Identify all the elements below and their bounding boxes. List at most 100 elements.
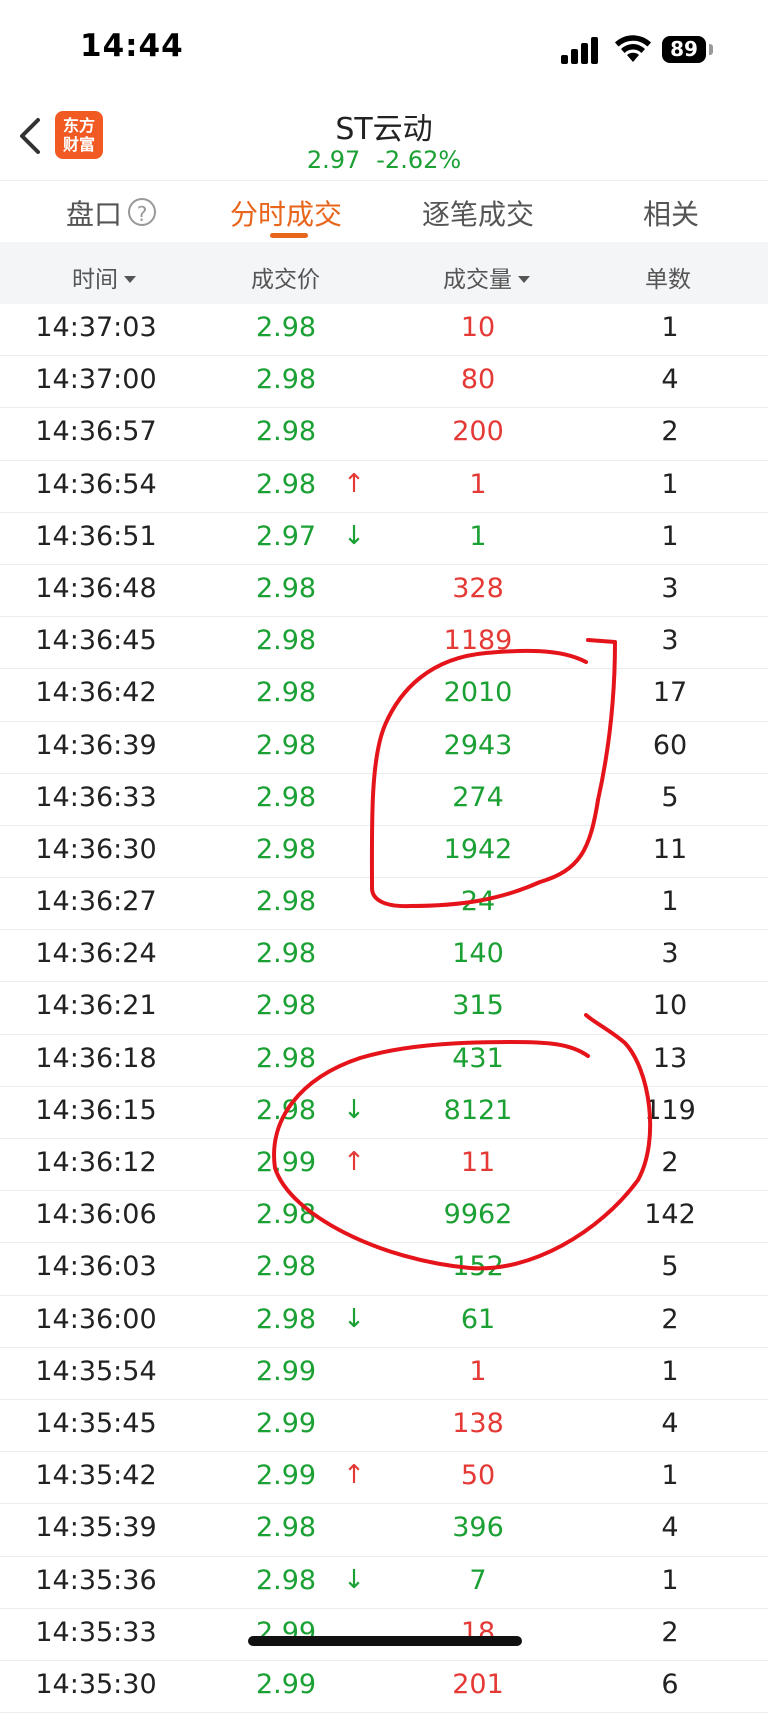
trade-count: 1 xyxy=(661,1355,679,1387)
trade-volume: 328 xyxy=(452,572,504,604)
trade-time: 14:35:36 xyxy=(35,1564,157,1596)
trade-count: 1 xyxy=(661,1564,679,1596)
trade-count: 10 xyxy=(652,990,688,1022)
table-row: 14:37:03 2.98 10 1 xyxy=(0,304,768,357)
trade-volume: 1 xyxy=(469,468,487,500)
table-row: 14:36:51 2.97 ↓ 1 1 xyxy=(0,513,768,565)
column-time[interactable]: 时间 xyxy=(72,260,136,294)
arrow-down-icon: ↓ xyxy=(343,1564,365,1595)
table-row: 14:36:00 2.98 ↓ 61 2 xyxy=(0,1296,768,1348)
trade-price: 2.98 xyxy=(255,781,317,813)
trade-volume: 315 xyxy=(452,990,504,1022)
trade-time: 14:36:51 xyxy=(35,520,157,552)
table-row: 14:36:48 2.98 328 3 xyxy=(0,565,768,618)
stock-quote: 2.97 -2.62% xyxy=(0,146,768,174)
trade-time: 14:36:48 xyxy=(35,572,157,604)
trade-time: 14:36:18 xyxy=(35,1042,157,1074)
arrow-up-icon: ↑ xyxy=(343,468,365,499)
trade-count: 2 xyxy=(661,1616,679,1648)
tab-minute-trades[interactable]: 分时成交 xyxy=(230,193,342,233)
trade-volume: 1942 xyxy=(443,833,513,865)
table-row: 14:35:36 2.98 ↓ 7 1 xyxy=(0,1557,768,1609)
table-row: 14:36:18 2.98 431 13 xyxy=(0,1035,768,1087)
trade-count: 2 xyxy=(661,416,679,448)
table-row: 14:35:45 2.99 138 4 xyxy=(0,1400,768,1453)
tab-order-book[interactable]: 盘口? xyxy=(66,193,157,233)
trade-time: 14:37:03 xyxy=(35,312,157,343)
trade-volume: 2943 xyxy=(443,729,513,761)
table-row: 14:36:24 2.98 140 3 xyxy=(0,930,768,983)
arrow-up-icon: ↑ xyxy=(343,1147,365,1177)
table-row: 14:36:57 2.98 200 2 xyxy=(0,408,768,461)
cellular-signal-icon xyxy=(561,36,601,64)
home-indicator[interactable] xyxy=(248,1636,522,1646)
trade-price: 2.98 xyxy=(255,677,317,709)
trade-volume: 24 xyxy=(460,886,496,918)
trade-count: 6 xyxy=(661,1668,679,1700)
trade-price: 2.98 xyxy=(255,1512,317,1544)
trade-count: 2 xyxy=(661,1147,679,1178)
trade-volume: 10 xyxy=(460,312,496,343)
trade-time: 14:36:42 xyxy=(35,677,157,709)
status-time: 14:44 xyxy=(80,28,184,64)
table-row: 14:37:00 2.98 80 4 xyxy=(0,356,768,409)
trade-count: 2 xyxy=(661,1303,679,1335)
tab-tick-trades[interactable]: 逐笔成交 xyxy=(422,193,534,233)
trade-price: 2.98 xyxy=(255,1251,317,1283)
trade-time: 14:36:06 xyxy=(35,1199,157,1231)
arrow-down-icon: ↓ xyxy=(343,1094,365,1125)
trade-time: 14:36:33 xyxy=(35,781,157,813)
trade-count: 1 xyxy=(661,886,679,918)
arrow-down-icon: ↓ xyxy=(343,1303,365,1334)
trade-price: 2.98 xyxy=(255,312,317,343)
trade-count: 1 xyxy=(661,312,679,343)
table-row: 14:35:30 2.99 201 6 xyxy=(0,1661,768,1713)
trade-time: 14:35:42 xyxy=(35,1460,157,1492)
trade-count: 17 xyxy=(652,677,688,709)
trade-volume: 396 xyxy=(452,1512,504,1544)
current-price: 2.97 xyxy=(306,146,361,174)
sort-down-icon xyxy=(124,276,136,283)
trade-time: 14:36:57 xyxy=(35,416,157,448)
column-count: 单数 xyxy=(645,267,691,293)
trade-volume: 1 xyxy=(469,520,487,552)
trade-price: 2.98 xyxy=(255,416,317,448)
trade-count: 1 xyxy=(661,468,679,500)
table-row: 14:36:30 2.98 1942 11 xyxy=(0,826,768,879)
trade-time: 14:36:39 xyxy=(35,729,157,761)
trade-volume: 431 xyxy=(452,1042,504,1074)
trade-volume: 8121 xyxy=(443,1094,513,1126)
table-row: 14:35:42 2.99 ↑ 50 1 xyxy=(0,1452,768,1505)
table-row: 14:36:27 2.98 24 1 xyxy=(0,878,768,931)
trade-time: 14:35:45 xyxy=(35,1407,157,1439)
trade-count: 1 xyxy=(661,1460,679,1492)
trade-count: 3 xyxy=(661,572,679,604)
trade-time: 14:36:30 xyxy=(35,833,157,865)
trade-volume: 140 xyxy=(452,938,504,970)
table-row: 14:36:21 2.98 315 10 xyxy=(0,982,768,1035)
trade-time: 14:37:00 xyxy=(35,364,157,396)
trade-volume: 2010 xyxy=(443,677,513,709)
column-volume[interactable]: 成交量 xyxy=(443,260,530,294)
trade-price: 2.98 xyxy=(255,729,317,761)
trade-price: 2.98 xyxy=(255,938,317,970)
wifi-icon xyxy=(615,35,651,62)
table-row: 14:35:54 2.99 1 1 xyxy=(0,1348,768,1400)
tab-related[interactable]: 相关 xyxy=(643,193,699,233)
trade-count: 13 xyxy=(652,1042,688,1074)
trade-volume: 200 xyxy=(452,416,504,448)
trade-time: 14:35:33 xyxy=(35,1616,157,1648)
trade-price: 2.98 xyxy=(255,572,317,604)
trade-time: 14:36:00 xyxy=(35,1303,157,1335)
help-icon[interactable]: ? xyxy=(128,198,157,226)
trade-volume: 201 xyxy=(452,1668,504,1700)
trade-volume: 11 xyxy=(460,1147,496,1178)
trade-volume: 152 xyxy=(452,1251,504,1283)
trade-volume: 1 xyxy=(469,1355,487,1387)
arrow-up-icon: ↑ xyxy=(343,1460,365,1491)
trade-count: 5 xyxy=(661,1251,679,1283)
trade-count: 4 xyxy=(661,364,679,396)
trade-list[interactable]: 14:37:03 2.98 10 1 14:37:00 2.98 80 4 14:36:57 2.… xyxy=(0,304,768,1713)
trade-count: 3 xyxy=(661,938,679,970)
table-row: 14:36:39 2.98 2943 60 xyxy=(0,722,768,774)
